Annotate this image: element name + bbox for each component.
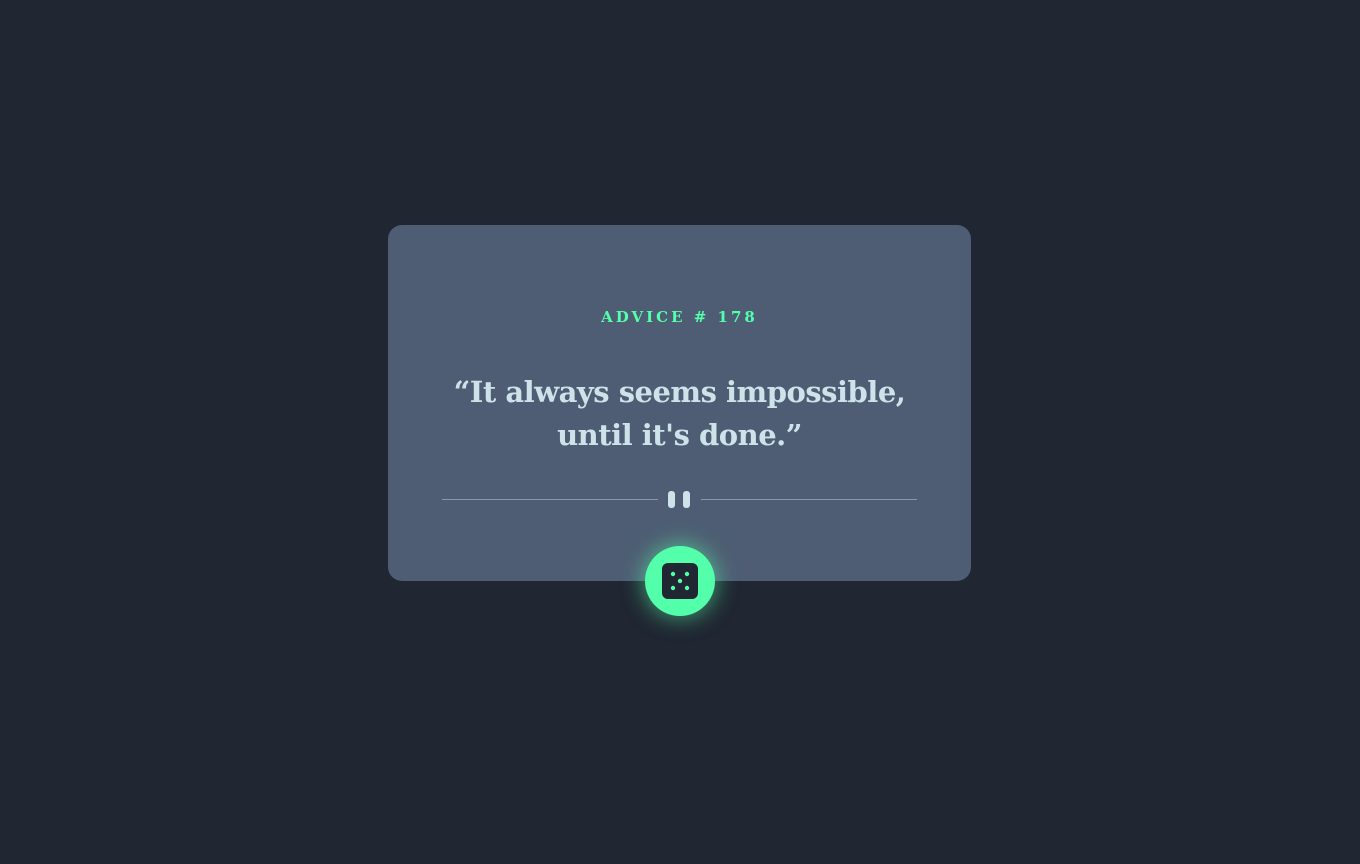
divider-line-right	[701, 499, 917, 500]
dice-icon	[662, 563, 698, 599]
divider-line-left	[442, 499, 658, 500]
generate-advice-button[interactable]	[645, 546, 715, 616]
pause-icon	[668, 491, 691, 508]
advice-card: ADVICE # 178 “It always seems impossible…	[388, 225, 971, 581]
advice-id-label: ADVICE # 178	[601, 308, 758, 326]
pause-bar-left	[668, 491, 675, 508]
pause-bar-right	[683, 491, 690, 508]
advice-quote: “It always seems impossible, until it's …	[453, 375, 906, 452]
pattern-divider	[442, 490, 917, 510]
